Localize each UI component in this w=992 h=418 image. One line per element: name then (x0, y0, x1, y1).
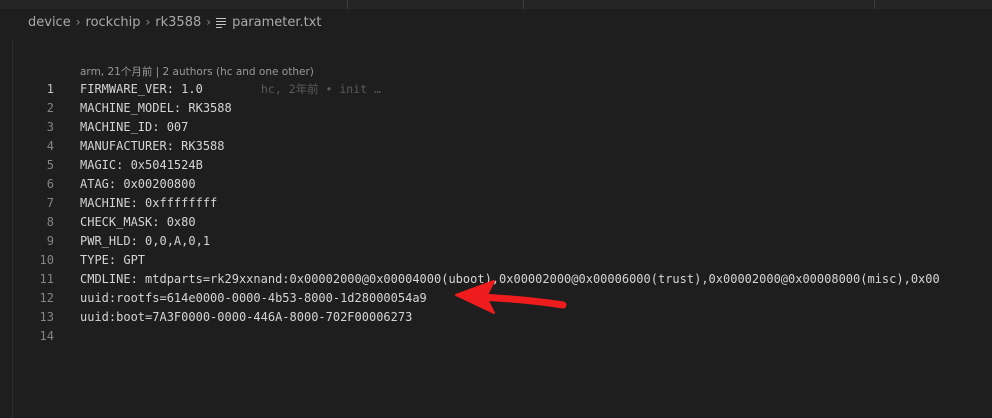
line-text: CHECK_MASK: 0x80 (80, 215, 196, 229)
line-text: ATAG: 0x00200800 (80, 177, 196, 191)
breadcrumb-separator: › (75, 15, 81, 29)
code-line[interactable]: 10 TYPE: GPT (0, 251, 992, 270)
code-line[interactable]: 9 PWR_HLD: 0,0,A,0,1 (0, 232, 992, 251)
code-editor[interactable]: arm, 21个月前 | 2 authors (hc and one other… (0, 40, 992, 418)
line-text: FIRMWARE_VER: 1.0 (80, 82, 203, 96)
line-text: PWR_HLD: 0,0,A,0,1 (80, 234, 211, 248)
code-line[interactable]: 4 MANUFACTURER: RK3588 (0, 137, 992, 156)
line-text: MANUFACTURER: RK3588 (80, 139, 225, 153)
line-text: MACHINE_ID: 007 (80, 120, 189, 134)
breadcrumb: device › rockchip › rk3588 › parameter.t… (28, 12, 322, 32)
code-line[interactable]: 6 ATAG: 0x00200800 (0, 175, 992, 194)
line-number: 2 (46, 101, 54, 115)
tab-separator (874, 0, 875, 9)
line-number: 12 (39, 291, 54, 305)
tab-separator (523, 0, 524, 9)
tab-separator (347, 0, 348, 9)
line-text: MAGIC: 0x5041524B (80, 158, 203, 172)
line-number: 7 (46, 196, 54, 210)
breadcrumb-item-device[interactable]: device (28, 15, 71, 30)
inline-blame: hc, 2年前 • init … (261, 82, 381, 96)
code-line[interactable]: 14 (0, 327, 992, 346)
line-number: 11 (39, 272, 54, 286)
line-number: 6 (46, 177, 54, 191)
line-text: TYPE: GPT (80, 253, 146, 267)
line-text: CMDLINE: mtdparts=rk29xxnand:0x00002000@… (80, 272, 940, 286)
line-number: 1 (46, 82, 54, 96)
line-number: 8 (46, 215, 54, 229)
code-line[interactable]: 1 FIRMWARE_VER: 1.0 hc, 2年前 • init … (0, 80, 992, 99)
line-text: uuid:boot=7A3F0000-0000-446A-8000-702F00… (80, 310, 413, 324)
code-line[interactable]: 5 MAGIC: 0x5041524B (0, 156, 992, 175)
breadcrumb-separator: › (145, 15, 151, 29)
breadcrumb-item-rk3588[interactable]: rk3588 (155, 15, 201, 30)
line-text: MACHINE_MODEL: RK3588 (80, 101, 232, 115)
line-text: MACHINE: 0xffffffff (80, 196, 218, 210)
code-line[interactable]: 8 CHECK_MASK: 0x80 (0, 213, 992, 232)
line-number: 10 (39, 253, 54, 267)
code-line[interactable]: 2 MACHINE_MODEL: RK3588 (0, 99, 992, 118)
line-number: 14 (39, 329, 54, 343)
code-line[interactable]: 11 CMDLINE: mtdparts=rk29xxnand:0x0000200… (0, 270, 992, 289)
code-line[interactable]: 7 MACHINE: 0xffffffff (0, 194, 992, 213)
tab-bar (0, 0, 992, 9)
text-file-icon (216, 17, 227, 28)
line-number: 5 (46, 158, 54, 172)
code-line[interactable]: 3 MACHINE_ID: 007 (0, 118, 992, 137)
code-line[interactable]: 12 uuid:rootfs=614e0000-0000-4b53-8000-1d… (0, 289, 992, 308)
vscode-editor-window: device › rockchip › rk3588 › parameter.t… (0, 0, 992, 418)
breadcrumb-item-file[interactable]: parameter.txt (232, 15, 321, 30)
line-text: uuid:rootfs=614e0000-0000-4b53-8000-1d28… (80, 291, 427, 305)
line-number: 3 (46, 120, 54, 134)
line-number: 4 (46, 139, 54, 153)
breadcrumb-item-rockchip[interactable]: rockchip (86, 15, 141, 30)
git-codelens[interactable]: arm, 21个月前 | 2 authors (hc and one other… (80, 64, 314, 79)
line-number: 13 (39, 310, 54, 324)
code-line[interactable]: 13 uuid:boot=7A3F0000-0000-446A-8000-702F… (0, 308, 992, 327)
breadcrumb-separator: › (206, 15, 212, 29)
line-number: 9 (46, 234, 54, 248)
